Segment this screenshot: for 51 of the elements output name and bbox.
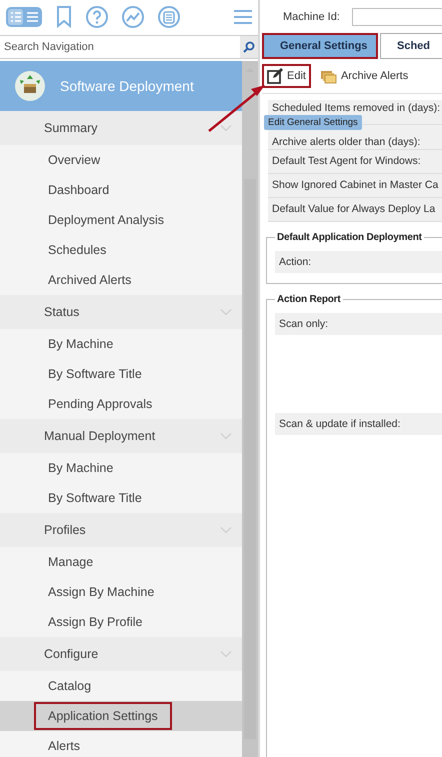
nav-item[interactable]: Pending Approvals: [34, 390, 166, 418]
pencil-icon: [267, 68, 283, 84]
nav-item[interactable]: Dashboard: [34, 176, 124, 204]
help-icon[interactable]: [86, 6, 108, 28]
search-button[interactable]: [240, 36, 258, 58]
bookmark-icon[interactable]: [56, 6, 72, 28]
nav-section[interactable]: Summary: [0, 111, 212, 145]
nav-section[interactable]: Manual Deployment: [0, 419, 212, 453]
nav-item[interactable]: By Software Title: [34, 360, 156, 388]
field-label: Action:: [275, 251, 442, 273]
nav-item[interactable]: Assign By Machine: [34, 578, 168, 606]
nav-section[interactable]: Status: [0, 295, 212, 329]
chevron-icon[interactable]: [212, 111, 242, 145]
field-label: Scan & update if installed:: [275, 413, 442, 435]
nav-section[interactable]: Profiles: [0, 513, 212, 547]
nav-item[interactable]: By Software Title: [34, 484, 156, 512]
edit-button[interactable]: Edit: [262, 64, 311, 88]
setting-label: Default Value for Always Deploy La: [268, 198, 442, 222]
menu-icon[interactable]: [234, 10, 252, 24]
setting-label: Default Test Agent for Windows:: [268, 150, 442, 174]
nav-item[interactable]: Application Settings: [34, 702, 172, 730]
setting-label: Show Ignored Cabinet in Master Ca: [268, 174, 442, 198]
nav-item[interactable]: Catalog: [34, 672, 106, 700]
nav-item[interactable]: By Machine: [34, 330, 128, 358]
chart-icon[interactable]: [122, 6, 144, 28]
nav-item[interactable]: Overview: [34, 146, 114, 174]
search-icon: [243, 41, 255, 53]
machine-id-label: Machine Id:: [283, 10, 341, 22]
annotation-arrow: [207, 83, 267, 133]
machine-id-field[interactable]: [352, 8, 442, 26]
nav-item[interactable]: Deployment Analysis: [34, 206, 178, 234]
list-icon[interactable]: [158, 6, 180, 28]
nav-item[interactable]: Archived Alerts: [34, 266, 146, 294]
nav-title: Software Deployment: [60, 78, 194, 94]
nav-section[interactable]: Configure: [0, 637, 212, 671]
tooltip: Edit General Settings: [264, 115, 362, 130]
group-title: Default Application Deployment: [276, 232, 423, 243]
nav-item[interactable]: Assign By Profile: [34, 608, 156, 636]
nav-item[interactable]: Schedules: [34, 236, 120, 264]
deployment-icon: [14, 70, 46, 102]
nav-item[interactable]: By Machine: [34, 454, 128, 482]
archive-alerts-button[interactable]: Archive Alerts: [314, 64, 414, 88]
view-toggle[interactable]: [6, 6, 42, 26]
folders-icon: [320, 68, 337, 84]
nav-item[interactable]: Manage: [34, 548, 108, 576]
field-label: Scan only:: [275, 313, 442, 335]
tab[interactable]: Sched: [380, 33, 442, 59]
group-title: Action Report: [276, 294, 342, 305]
tab[interactable]: General Settings: [262, 33, 378, 59]
nav-item[interactable]: Alerts: [34, 732, 94, 757]
scrollbar[interactable]: [242, 61, 258, 757]
